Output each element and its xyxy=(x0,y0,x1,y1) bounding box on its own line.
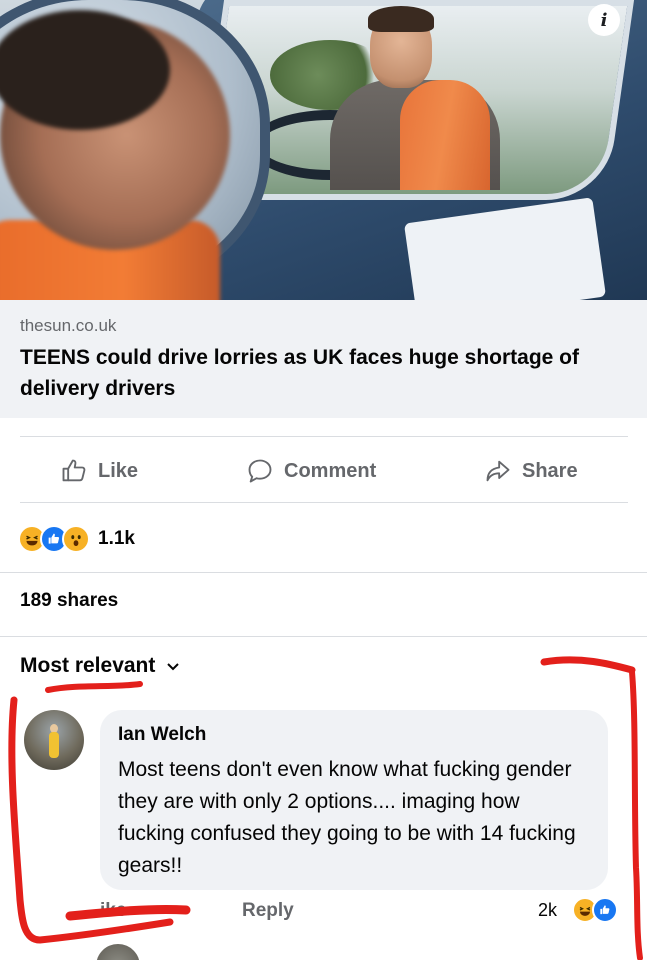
comment-actions: ike Reply 2k xyxy=(100,897,630,930)
link-preview-image[interactable] xyxy=(0,0,647,300)
reaction-count: 1.1k xyxy=(98,528,135,549)
comment-sort-dropdown[interactable]: Most relevant xyxy=(20,654,181,678)
comment-author[interactable]: Ian Welch xyxy=(118,722,590,748)
divider xyxy=(0,636,647,637)
reactions-summary[interactable]: 1.1k xyxy=(18,522,135,556)
comment-reply-button[interactable]: Reply xyxy=(242,900,294,922)
thumbs-up-icon xyxy=(62,459,86,482)
divider xyxy=(20,436,628,437)
like-label: Like xyxy=(98,459,139,482)
divider xyxy=(0,572,647,573)
divider xyxy=(20,502,628,503)
wow-icon xyxy=(62,525,90,553)
comment-bubble: Ian Welch Most teens don't even know wha… xyxy=(100,710,608,890)
like-icon xyxy=(592,897,618,923)
sort-label: Most relevant xyxy=(20,654,156,677)
like-button[interactable]: Like xyxy=(60,440,138,502)
chevron-down-icon xyxy=(167,663,180,671)
link-card[interactable]: thesun.co.uk TEENS could drive lorries a… xyxy=(0,300,647,418)
avatar[interactable] xyxy=(24,710,84,770)
share-count[interactable]: 189 shares xyxy=(20,590,118,612)
post-action-bar: Like Comment Share xyxy=(0,440,647,502)
link-title[interactable]: TEENS could drive lorries as UK faces hu… xyxy=(20,342,627,404)
lorry-driver xyxy=(330,6,500,190)
comment-text: Most teens don't even know what fucking … xyxy=(118,758,576,877)
comment-label: Comment xyxy=(284,459,377,482)
share-icon xyxy=(486,460,510,482)
comment-like-button[interactable]: ike xyxy=(100,900,126,922)
share-button[interactable]: Share xyxy=(484,440,578,502)
link-domain: thesun.co.uk xyxy=(20,316,117,335)
comment-icon xyxy=(248,459,272,483)
comment-button[interactable]: Comment xyxy=(246,440,376,502)
avatar[interactable] xyxy=(96,944,140,960)
info-icon[interactable]: i xyxy=(588,4,620,36)
share-label: Share xyxy=(522,459,578,482)
comment-reaction-count[interactable]: 2k xyxy=(538,900,557,921)
